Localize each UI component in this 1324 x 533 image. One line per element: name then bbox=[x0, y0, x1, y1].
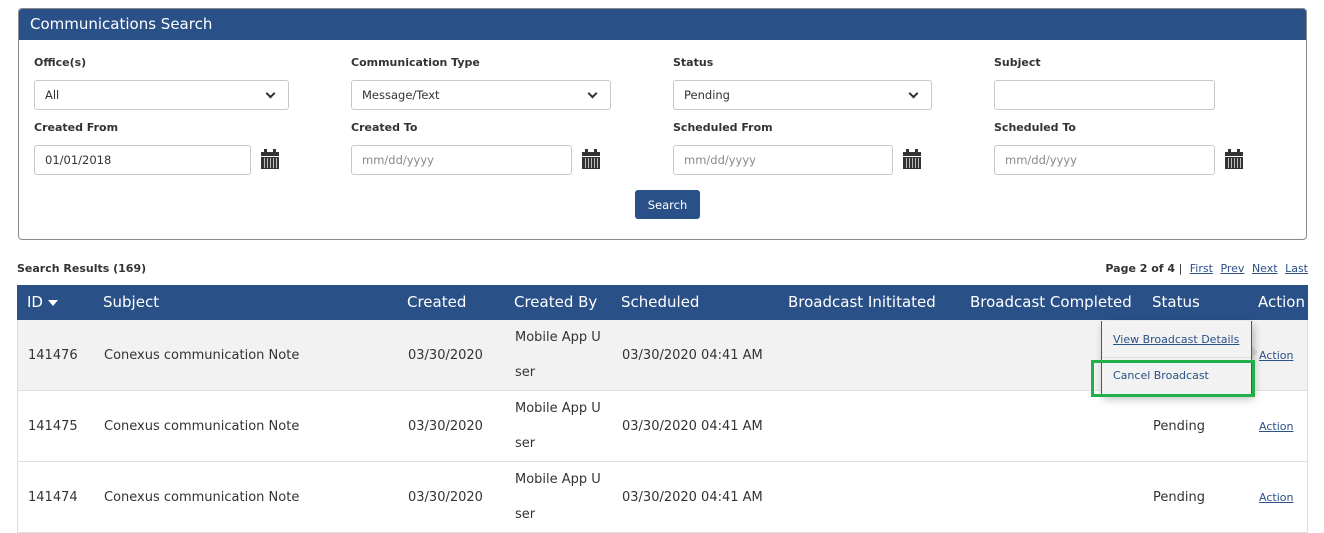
cell-created-by: Mobile App User bbox=[515, 401, 601, 451]
pager-last-link[interactable]: Last bbox=[1285, 262, 1308, 275]
cell-created-by: Mobile App User bbox=[515, 472, 601, 522]
cell-subject: Conexus communication Note bbox=[104, 490, 300, 505]
calendar-icon[interactable] bbox=[582, 149, 600, 169]
offices-select[interactable]: All bbox=[34, 80, 289, 110]
scheduled-to-placeholder: mm/dd/yyyy bbox=[1005, 153, 1077, 167]
sort-desc-icon bbox=[47, 299, 58, 306]
cell-created: 03/30/2020 bbox=[408, 490, 483, 505]
column-header-id[interactable]: ID bbox=[27, 285, 58, 320]
cell-subject: Conexus communication Note bbox=[104, 348, 300, 363]
chevron-down-icon bbox=[908, 88, 919, 99]
cell-scheduled: 03/30/2020 04:41 AM bbox=[622, 348, 763, 363]
cell-status: Pending bbox=[1153, 419, 1205, 434]
column-header-scheduled[interactable]: Scheduled bbox=[621, 285, 699, 320]
column-header-created[interactable]: Created bbox=[407, 285, 466, 320]
offices-value: All bbox=[45, 88, 60, 102]
cell-created: 03/30/2020 bbox=[408, 419, 483, 434]
created-to-input[interactable]: mm/dd/yyyy bbox=[351, 145, 572, 175]
search-results-count: Search Results (169) bbox=[17, 262, 147, 275]
pager-prev-link[interactable]: Prev bbox=[1220, 262, 1244, 275]
action-link[interactable]: Action bbox=[1259, 420, 1293, 433]
chevron-down-icon bbox=[587, 88, 598, 99]
scheduled-to-input[interactable]: mm/dd/yyyy bbox=[994, 145, 1215, 175]
cell-id: 141475 bbox=[28, 419, 78, 434]
calendar-icon[interactable] bbox=[1225, 149, 1243, 169]
column-header-subject[interactable]: Subject bbox=[103, 285, 159, 320]
column-header-created-by[interactable]: Created By bbox=[514, 285, 597, 320]
column-header-status[interactable]: Status bbox=[1152, 285, 1200, 320]
status-value: Pending bbox=[684, 88, 730, 102]
communication-type-label: Communication Type bbox=[351, 56, 480, 69]
panel-title: Communications Search bbox=[19, 9, 1306, 40]
created-from-value: 01/01/2018 bbox=[45, 153, 112, 167]
column-header-broadcast-completed[interactable]: Broadcast Completed bbox=[970, 285, 1132, 320]
pagination: Page 2 of 4 | First Prev Next Last bbox=[1105, 262, 1308, 275]
search-button[interactable]: Search bbox=[635, 190, 700, 219]
communication-type-select[interactable]: Message/Text bbox=[351, 80, 611, 110]
communications-search-panel: Communications Search Office(s) All Comm… bbox=[18, 8, 1307, 240]
scheduled-to-label: Scheduled To bbox=[994, 121, 1076, 134]
cell-scheduled: 03/30/2020 04:41 AM bbox=[622, 419, 763, 434]
pager-first-link[interactable]: First bbox=[1190, 262, 1213, 275]
scheduled-from-label: Scheduled From bbox=[673, 121, 773, 134]
menu-divider bbox=[1102, 357, 1251, 358]
cell-scheduled: 03/30/2020 04:41 AM bbox=[622, 490, 763, 505]
status-select[interactable]: Pending bbox=[673, 80, 932, 110]
action-link[interactable]: Action bbox=[1259, 491, 1293, 504]
column-header-action: Action bbox=[1258, 293, 1305, 311]
menu-item-view-broadcast-details[interactable]: View Broadcast Details bbox=[1113, 333, 1239, 346]
table-row: 141475 Conexus communication Note 03/30/… bbox=[17, 391, 1308, 462]
highlight-box bbox=[1091, 360, 1255, 397]
cell-id: 141476 bbox=[28, 348, 78, 363]
status-label: Status bbox=[673, 56, 714, 69]
column-header-broadcast-initiated[interactable]: Broadcast Inititated bbox=[788, 285, 936, 320]
scheduled-from-input[interactable]: mm/dd/yyyy bbox=[673, 145, 893, 175]
communication-type-value: Message/Text bbox=[362, 88, 440, 102]
subject-label: Subject bbox=[994, 56, 1041, 69]
table-header: ID Subject Created Created By Scheduled … bbox=[17, 285, 1308, 320]
cell-created: 03/30/2020 bbox=[408, 348, 483, 363]
subject-input[interactable] bbox=[994, 80, 1215, 110]
pager-next-link[interactable]: Next bbox=[1252, 262, 1278, 275]
cell-status: Pending bbox=[1153, 490, 1205, 505]
calendar-icon[interactable] bbox=[261, 149, 279, 169]
cell-id: 141474 bbox=[28, 490, 78, 505]
cell-subject: Conexus communication Note bbox=[104, 419, 300, 434]
cell-action: Action bbox=[1259, 462, 1293, 533]
created-to-placeholder: mm/dd/yyyy bbox=[362, 153, 434, 167]
scheduled-from-placeholder: mm/dd/yyyy bbox=[684, 153, 756, 167]
cell-action: Action bbox=[1259, 391, 1293, 462]
created-from-input[interactable]: 01/01/2018 bbox=[34, 145, 251, 175]
created-from-label: Created From bbox=[34, 121, 119, 134]
cell-created-by: Mobile App User bbox=[515, 330, 601, 380]
chevron-down-icon bbox=[265, 88, 276, 99]
offices-label: Office(s) bbox=[34, 56, 87, 69]
calendar-icon[interactable] bbox=[903, 149, 921, 169]
action-link[interactable]: Action bbox=[1259, 349, 1293, 362]
cell-action: Action bbox=[1259, 320, 1293, 391]
pager-separator: | bbox=[1178, 262, 1183, 275]
created-to-label: Created To bbox=[351, 121, 418, 134]
menu-pointer bbox=[1252, 346, 1258, 358]
page-indicator: Page 2 of 4 bbox=[1105, 262, 1176, 275]
table-row: 141474 Conexus communication Note 03/30/… bbox=[17, 462, 1308, 533]
